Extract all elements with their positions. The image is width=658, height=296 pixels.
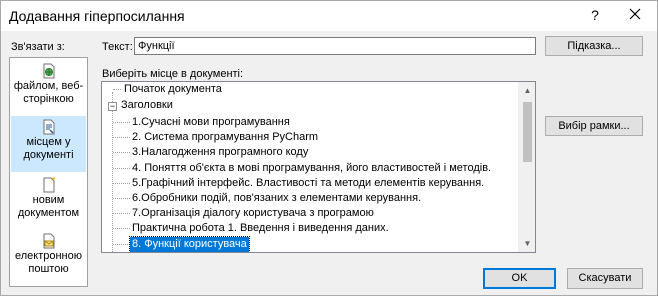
help-button[interactable]: ?	[585, 5, 605, 25]
tree-item-top-of-document[interactable]: Початок документа	[122, 82, 224, 97]
tree-item-label: 6.Обробники подій, пов'язаних з елемента…	[132, 192, 422, 204]
tree-item-heading[interactable]: 1.Сучасні мови програмування	[130, 115, 292, 130]
bookmark-button[interactable]: Вибір рамки...	[545, 116, 643, 136]
tree-item-heading[interactable]: 3.Налагодження програмного коду	[130, 145, 310, 160]
tree-item-heading[interactable]: 2. Система програмування PyCharm	[130, 130, 320, 145]
tree-connector	[113, 168, 130, 169]
document-place-tree[interactable]: Початок документа − Заголовки 1.Сучасні …	[101, 81, 536, 253]
close-button[interactable]	[625, 5, 645, 25]
tree-item-headings[interactable]: Заголовки	[119, 98, 175, 113]
link-email-address-label: електронною поштою	[14, 250, 82, 275]
tree-item-label: 3.Налагодження програмного коду	[132, 146, 309, 158]
tree-item-label: 5.Графічний інтерфейс. Властивості та ме…	[132, 177, 485, 189]
tree-item-heading[interactable]: 8. Функції користувача	[129, 236, 250, 252]
link-email-address-button[interactable]: електронною поштою	[11, 230, 86, 286]
link-place-in-document-label: місцем у документі	[23, 136, 74, 161]
dialog-title: Додавання гіперпосилання	[9, 8, 185, 24]
tree-item-heading[interactable]: 7.Організація діалогу користувача з прог…	[130, 206, 376, 221]
tree-connector	[113, 183, 130, 184]
title-bar: Додавання гіперпосилання ?	[1, 1, 657, 31]
tree-scrollbar[interactable]: ▲ ▼	[518, 82, 535, 252]
close-icon	[629, 8, 641, 20]
tree-connector	[113, 213, 130, 214]
tree-connector	[113, 198, 130, 199]
text-to-display-input[interactable]	[134, 37, 536, 55]
place-in-document-icon	[43, 119, 54, 135]
email-icon	[43, 233, 54, 249]
link-to-label: Зв'язати з:	[11, 41, 65, 53]
screentip-button[interactable]: Підказка...	[545, 36, 643, 56]
scroll-thumb[interactable]	[523, 102, 532, 162]
tree-connector	[113, 152, 130, 153]
tree-connector	[113, 228, 130, 229]
ok-button[interactable]: OK	[483, 268, 556, 289]
link-existing-file-button[interactable]: файлом, веб-сторінкою	[11, 60, 86, 116]
insert-hyperlink-dialog: Додавання гіперпосилання ? Зв'язати з: ф…	[0, 0, 658, 296]
link-new-document-label: новим документом	[17, 194, 80, 219]
tree-item-label: 7.Організація діалогу користувача з прог…	[132, 207, 374, 219]
link-existing-file-label: файлом, веб-сторінкою	[13, 80, 84, 105]
web-page-icon	[43, 63, 54, 79]
tree-item-label: 2. Система програмування PyCharm	[132, 131, 319, 143]
tree-connector	[113, 122, 130, 123]
link-to-panel: файлом, веб-сторінкою місцем у документі…	[9, 57, 88, 287]
link-place-in-document-button[interactable]: місцем у документі	[11, 116, 86, 172]
tree-item-label: Початок документа	[124, 83, 222, 95]
text-to-display-label: Текст:	[102, 41, 133, 53]
tree-item-label: 4. Поняття об'єкта в мові програмування,…	[132, 162, 492, 174]
tree-connector	[113, 89, 121, 90]
cancel-button[interactable]: Скасувати	[567, 268, 643, 289]
tree-item-label: 1.Сучасні мови програмування	[132, 116, 290, 128]
tree-connector	[113, 244, 130, 245]
tree-item-label: 8. Функції користувача	[129, 236, 250, 252]
link-new-document-button[interactable]: новим документом	[11, 174, 86, 230]
new-document-icon	[43, 177, 55, 193]
tree-connector	[113, 137, 130, 138]
tree-item-heading[interactable]: 4. Поняття об'єкта в мові програмування,…	[130, 161, 493, 176]
select-place-label: Виберіть місце в документі:	[102, 68, 244, 80]
scroll-down-arrow-icon[interactable]: ▼	[519, 235, 535, 252]
tree-item-label: Заголовки	[121, 99, 173, 111]
tree-item-heading[interactable]: 5.Графічний інтерфейс. Властивості та ме…	[130, 176, 486, 191]
tree-item-heading[interactable]: 6.Обробники подій, пов'язаних з елемента…	[130, 191, 423, 206]
scroll-up-arrow-icon[interactable]: ▲	[519, 82, 535, 99]
tree-item-label: Практична робота 1. Введення і виведення…	[132, 222, 389, 234]
headings-collapse-toggle[interactable]: −	[108, 102, 117, 111]
tree-item-heading[interactable]: Практична робота 1. Введення і виведення…	[130, 221, 391, 236]
